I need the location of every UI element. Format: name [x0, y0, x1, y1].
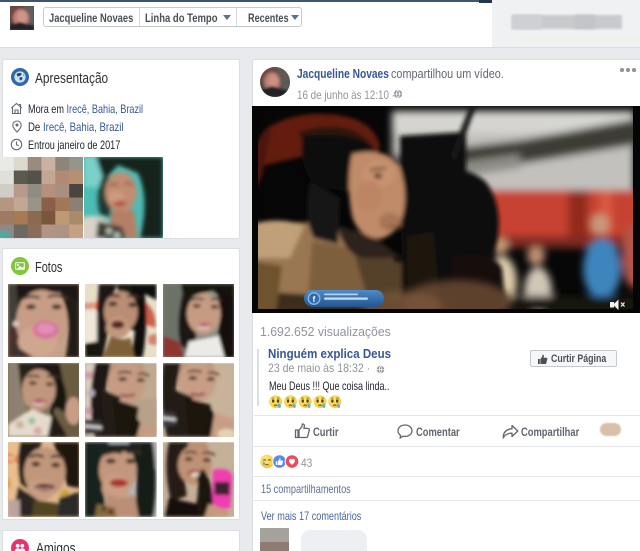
svg-text:f: f — [313, 295, 316, 304]
svg-text:onl: onl — [85, 299, 98, 311]
svg-text:ã: ã — [8, 474, 12, 490]
